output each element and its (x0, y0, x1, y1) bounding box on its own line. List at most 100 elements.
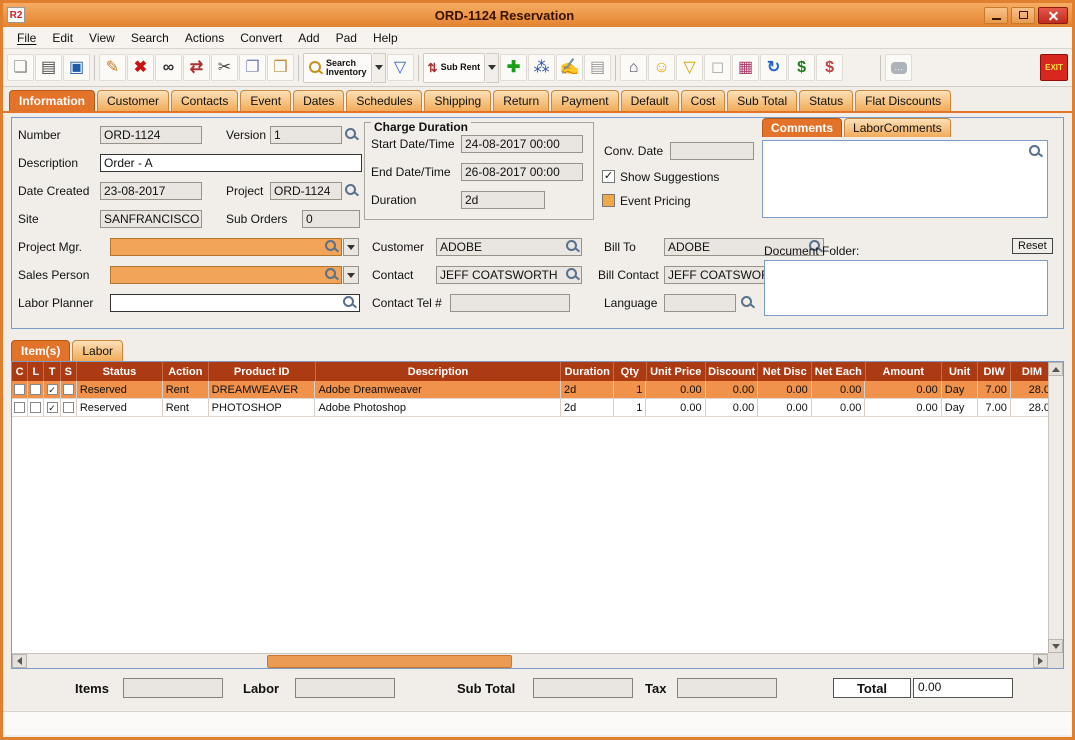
col-t[interactable]: T (44, 362, 61, 381)
reset-button[interactable]: Reset (1012, 238, 1053, 254)
tab-items[interactable]: Item(s) (11, 340, 71, 361)
scroll-right-button[interactable] (1033, 654, 1048, 668)
sales-person-dropdown[interactable] (343, 266, 359, 284)
tab-return[interactable]: Return (493, 90, 550, 111)
menu-file[interactable]: File (9, 29, 44, 47)
tab-comments[interactable]: Comments (762, 118, 843, 137)
conv-date-field[interactable] (670, 142, 754, 160)
refresh-button[interactable]: ↻ (760, 54, 788, 81)
scrollbar-thumb[interactable] (267, 655, 512, 668)
language-search-icon[interactable] (740, 295, 755, 310)
col-diw[interactable]: DIW (978, 362, 1011, 381)
table-row[interactable]: ✓ Reserved Rent DREAMWEAVER Adobe Dreamw… (12, 381, 1055, 399)
start-datetime-field[interactable]: 24-08-2017 00:00 (461, 135, 583, 153)
checkbox-l[interactable] (30, 384, 42, 395)
cut-button[interactable]: ✂ (211, 54, 238, 81)
col-unit-price[interactable]: Unit Price (647, 362, 706, 381)
title-bar[interactable]: R2 ORD-1124 Reservation (3, 3, 1072, 27)
col-qty[interactable]: Qty (614, 362, 647, 381)
menu-edit[interactable]: Edit (44, 29, 81, 47)
col-net-each[interactable]: Net Each (812, 362, 866, 381)
delete-button[interactable]: ✖ (127, 54, 154, 81)
print-button[interactable]: ▤ (35, 54, 62, 81)
edit-note-button[interactable]: ✍ (556, 54, 584, 81)
tab-shipping[interactable]: Shipping (424, 90, 492, 111)
version-field[interactable]: 1 (270, 126, 342, 144)
eraser-button[interactable]: ◻ (704, 54, 732, 81)
customer-search-icon[interactable] (565, 239, 580, 254)
tab-event[interactable]: Event (240, 90, 292, 111)
project-mgr-field[interactable] (110, 238, 342, 256)
funnel-button[interactable]: ▽ (676, 54, 704, 81)
report-button[interactable]: ⌂ (620, 54, 648, 81)
col-unit[interactable]: Unit (942, 362, 979, 381)
customer-field[interactable]: ADOBE (436, 238, 582, 256)
scroll-up-button[interactable] (1048, 362, 1063, 376)
horizontal-scrollbar[interactable] (12, 653, 1048, 668)
table-row[interactable]: ✓ Reserved Rent PHOTOSHOP Adobe Photosho… (12, 399, 1055, 417)
scroll-down-button[interactable] (1048, 639, 1063, 653)
tab-payment[interactable]: Payment (551, 90, 619, 111)
maximize-button[interactable] (1011, 6, 1035, 24)
checkbox-c[interactable] (14, 402, 26, 413)
checkbox-s[interactable] (62, 384, 74, 395)
tab-cost[interactable]: Cost (680, 90, 726, 111)
sub-rent-dropdown[interactable] (486, 52, 500, 83)
checkbox-t[interactable]: ✓ (46, 402, 58, 413)
col-product-id[interactable]: Product ID (209, 362, 316, 381)
col-c[interactable]: C (12, 362, 29, 381)
tab-dates[interactable]: Dates (293, 90, 345, 111)
col-status[interactable]: Status (77, 362, 163, 381)
menu-help[interactable]: Help (365, 29, 406, 47)
tab-labor[interactable]: Labor (72, 340, 124, 361)
col-amount[interactable]: Amount (866, 362, 942, 381)
comments-search-icon[interactable] (1028, 144, 1043, 159)
col-action[interactable]: Action (163, 362, 209, 381)
search-inventory-button[interactable]: Search Inventory (303, 52, 372, 83)
col-net-disc[interactable]: Net Disc (758, 362, 813, 381)
comments-box[interactable] (762, 140, 1048, 218)
tab-labor-comments[interactable]: LaborComments (844, 118, 951, 137)
col-l[interactable]: L (28, 362, 45, 381)
document-folder-box[interactable] (764, 260, 1048, 316)
tab-default[interactable]: Default (620, 90, 679, 111)
date-created-field[interactable]: 23-08-2017 (100, 182, 202, 200)
site-field[interactable]: SANFRANCISCO (100, 210, 202, 228)
contact-tel-field[interactable] (450, 294, 570, 312)
sales-person-field[interactable] (110, 266, 342, 284)
version-search-icon[interactable] (344, 127, 359, 142)
project-mgr-dropdown[interactable] (343, 238, 359, 256)
menu-pad[interactable]: Pad (328, 29, 365, 47)
convert-button[interactable]: ⇄ (183, 54, 210, 81)
search-inventory-dropdown[interactable] (372, 52, 386, 83)
col-discount[interactable]: Discount (706, 362, 759, 381)
money-cart-button[interactable]: $ (816, 54, 844, 81)
comment-button[interactable]: … (885, 54, 913, 81)
duration-field[interactable]: 2d (461, 191, 545, 209)
tab-information[interactable]: Information (9, 90, 95, 111)
money-button[interactable]: $ (788, 54, 816, 81)
paste-button[interactable]: ❒ (267, 54, 294, 81)
new-document-button[interactable]: ❏ (7, 54, 34, 81)
filter-button[interactable]: ▽ (386, 54, 414, 81)
contact-field[interactable]: JEFF COATSWORTH (436, 266, 582, 284)
tab-status[interactable]: Status (799, 90, 854, 111)
project-field[interactable]: ORD-1124 (270, 182, 342, 200)
checkbox-t[interactable]: ✓ (46, 384, 58, 395)
tab-customer[interactable]: Customer (97, 90, 170, 111)
project-mgr-search-icon[interactable] (324, 239, 339, 254)
sales-person-search-icon[interactable] (324, 267, 339, 282)
menu-add[interactable]: Add (290, 29, 327, 47)
notepad-button[interactable]: ▤ (584, 54, 612, 81)
labor-planner-search-icon[interactable] (342, 295, 357, 310)
contact-search-icon[interactable] (565, 267, 580, 282)
close-button[interactable] (1038, 6, 1068, 24)
sub-rent-button[interactable]: ⇅ Sub Rent (422, 52, 486, 83)
checkbox-c[interactable] (14, 384, 26, 395)
tab-contacts[interactable]: Contacts (171, 90, 239, 111)
save-button[interactable]: ▣ (63, 54, 90, 81)
menu-actions[interactable]: Actions (177, 29, 232, 47)
tab-schedules[interactable]: Schedules (346, 90, 423, 111)
show-suggestions-checkbox[interactable]: ✓ (602, 170, 615, 183)
edit-button[interactable]: ✎ (99, 54, 126, 81)
